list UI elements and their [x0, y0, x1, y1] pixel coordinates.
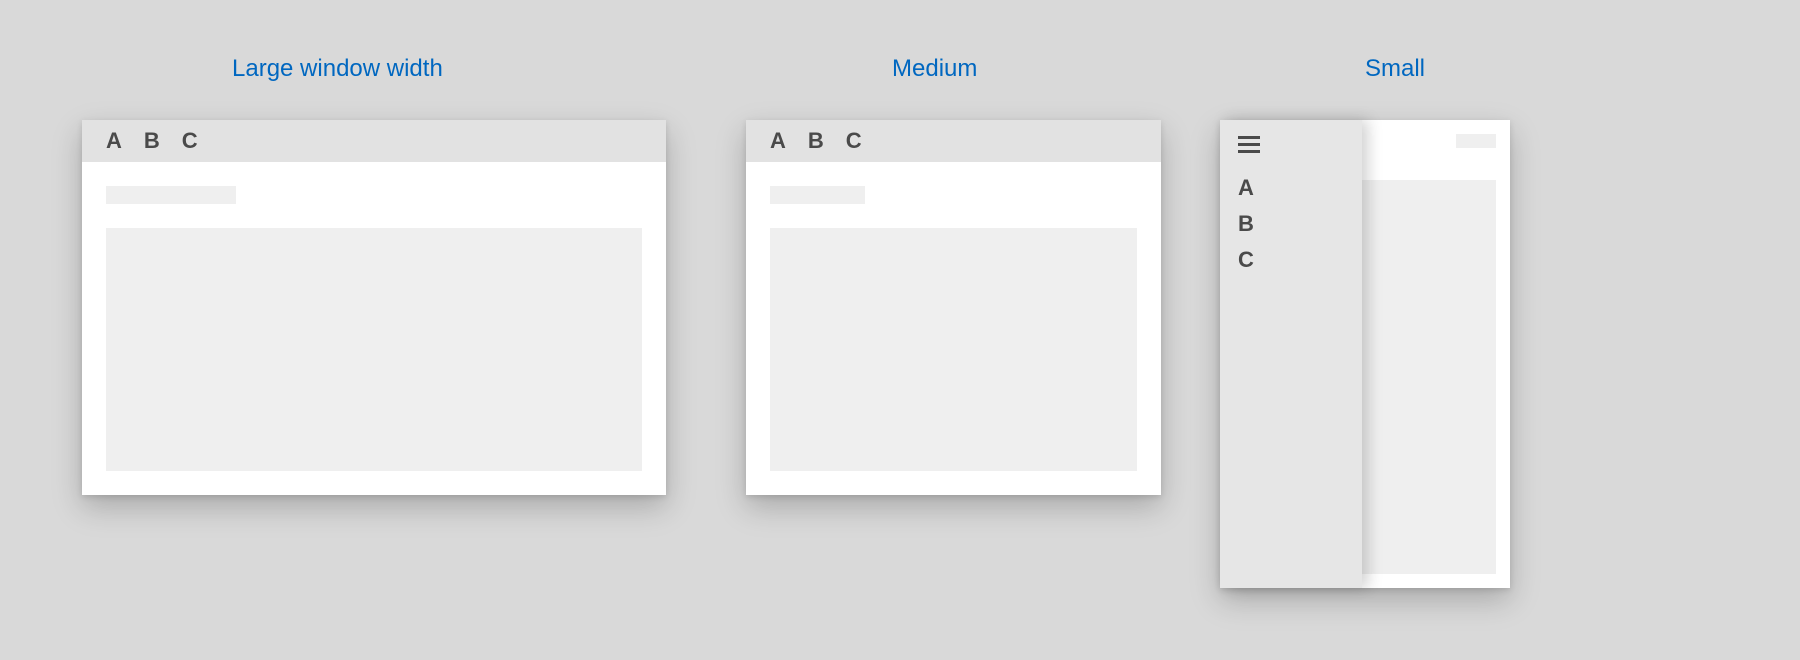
hamburger-icon[interactable] [1238, 136, 1260, 153]
tab-b[interactable]: B [144, 128, 160, 154]
window-medium: A B C [746, 120, 1161, 495]
tab-a[interactable]: A [106, 128, 122, 154]
placeholder-content [770, 228, 1137, 471]
top-nav-bar: A B C [82, 120, 666, 162]
tab-c[interactable]: C [182, 128, 198, 154]
tab-b[interactable]: B [1238, 211, 1362, 237]
caption-small: Small [1365, 55, 1425, 83]
nav-flyout: A B C [1220, 120, 1362, 588]
placeholder-content [106, 228, 642, 471]
placeholder-title [1456, 134, 1496, 148]
window-small: A B C [1220, 120, 1510, 588]
caption-large: Large window width [232, 55, 443, 83]
tab-a[interactable]: A [770, 128, 786, 154]
tab-a[interactable]: A [1238, 175, 1362, 201]
caption-medium: Medium [892, 55, 977, 83]
tab-b[interactable]: B [808, 128, 824, 154]
window-large: A B C [82, 120, 666, 495]
placeholder-heading [770, 186, 865, 204]
tab-c[interactable]: C [1238, 247, 1362, 273]
top-nav-bar: A B C [746, 120, 1161, 162]
tab-c[interactable]: C [846, 128, 862, 154]
placeholder-heading [106, 186, 236, 204]
